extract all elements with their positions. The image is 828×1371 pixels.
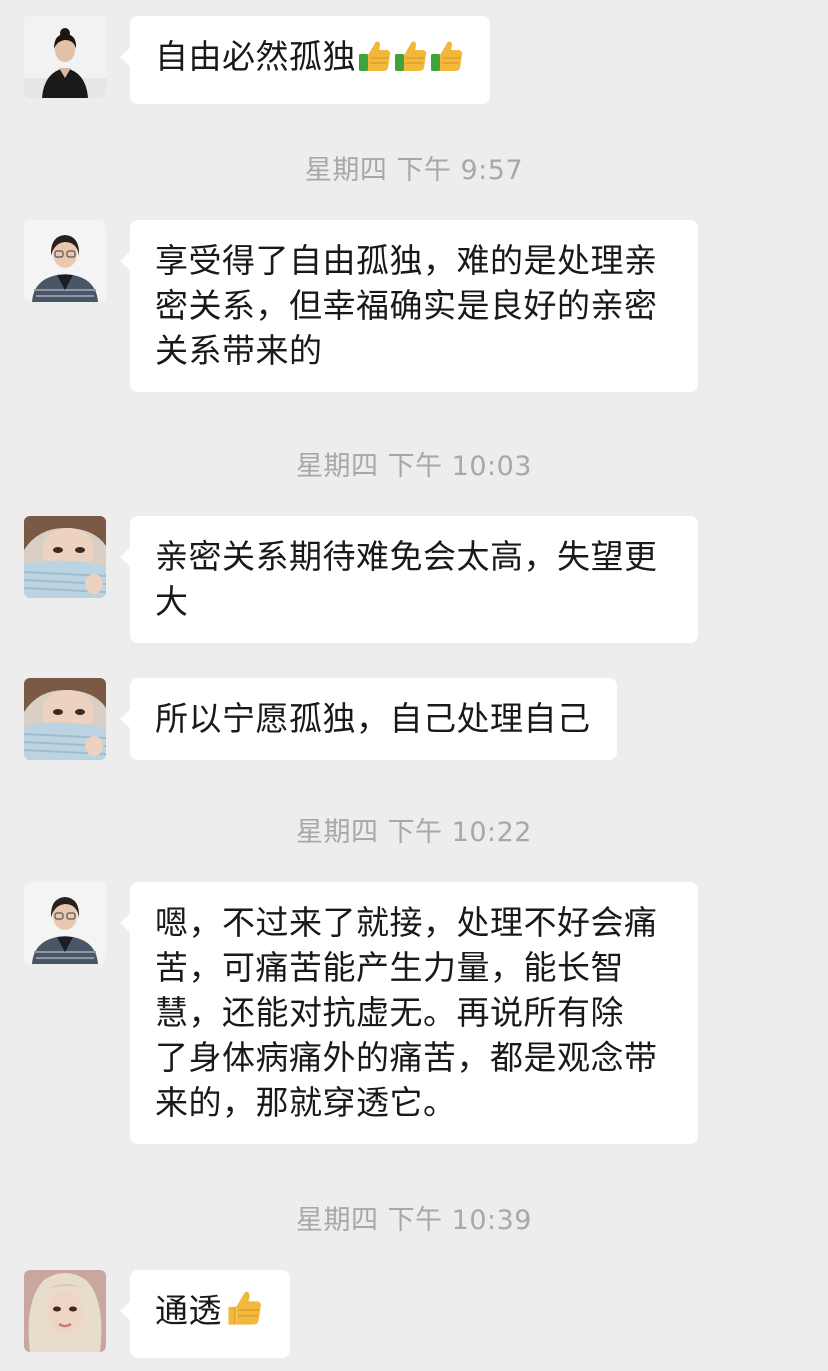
avatar-blonde-woman-icon (24, 1270, 106, 1352)
message-row: 享受得了自由孤独，难的是处理亲 密关系，但幸福确实是良好的亲密 关系带来的 (24, 220, 698, 392)
avatar[interactable] (24, 678, 106, 760)
thumbs-up-icon (394, 38, 428, 85)
avatar[interactable] (24, 516, 106, 598)
message-row: 嗯，不过来了就接，处理不好会痛 苦，可痛苦能产生力量，能长智 慧，还能对抗虚无。… (24, 882, 698, 1144)
avatar[interactable] (24, 16, 106, 98)
message-text-line: 享受得了自由孤独，难的是处理亲 (155, 241, 658, 280)
message-text-line: 关系带来的 (155, 331, 323, 370)
message-text: 自由必然孤独 (155, 37, 356, 76)
message-text-line: 了身体病痛外的痛苦，都是观念带 (155, 1038, 658, 1077)
message-bubble[interactable]: 亲密关系期待难免会太高，失望更 大 (120, 516, 698, 643)
thumbs-up-icon (358, 38, 392, 85)
message-bubble[interactable]: 通透 (120, 1270, 290, 1358)
avatar-woman-with-knit-scarf-icon (24, 516, 106, 598)
message-bubble[interactable]: 享受得了自由孤独，难的是处理亲 密关系，但幸福确实是良好的亲密 关系带来的 (120, 220, 698, 392)
thumbs-up-icon (430, 38, 464, 85)
message-text-line: 苦，可痛苦能产生力量，能长智 (155, 948, 624, 987)
avatar[interactable] (24, 220, 106, 302)
message-bubble[interactable]: 所以宁愿孤独，自己处理自己 (120, 678, 617, 760)
avatar-woman-in-black-suit-icon (24, 16, 106, 98)
message-row: 自由必然孤独 (24, 16, 490, 104)
timestamp: 星期四 下午 9:57 (304, 155, 524, 186)
message-row: 所以宁愿孤独，自己处理自己 (24, 678, 617, 760)
thumbs-up-icon (224, 1288, 264, 1339)
message-bubble[interactable]: 嗯，不过来了就接，处理不好会痛 苦，可痛苦能产生力量，能长智 慧，还能对抗虚无。… (120, 882, 698, 1144)
message-text: 通透 (155, 1291, 222, 1330)
timestamp: 星期四 下午 10:22 (296, 817, 532, 848)
avatar-woman-with-knit-scarf-icon (24, 678, 106, 760)
timestamp: 星期四 下午 10:39 (296, 1205, 532, 1236)
message-text-line: 来的，那就穿透它。 (155, 1083, 457, 1122)
message-text-line: 大 (155, 582, 189, 621)
avatar-woman-with-glasses-icon (24, 882, 106, 964)
avatar-woman-with-glasses-icon (24, 220, 106, 302)
timestamp: 星期四 下午 10:03 (296, 451, 532, 482)
message-text-line: 密关系，但幸福确实是良好的亲密 (155, 286, 658, 325)
message-text: 所以宁愿孤独，自己处理自己 (155, 699, 591, 738)
message-row: 亲密关系期待难免会太高，失望更 大 (24, 516, 698, 643)
message-bubble[interactable]: 自由必然孤独 (120, 16, 490, 104)
message-row: 通透 (24, 1270, 290, 1358)
avatar[interactable] (24, 882, 106, 964)
message-text-line: 亲密关系期待难免会太高，失望更 (155, 537, 658, 576)
message-text-line: 慧，还能对抗虚无。再说所有除 (155, 993, 624, 1032)
message-text-line: 嗯，不过来了就接，处理不好会痛 (155, 903, 658, 942)
avatar[interactable] (24, 1270, 106, 1352)
